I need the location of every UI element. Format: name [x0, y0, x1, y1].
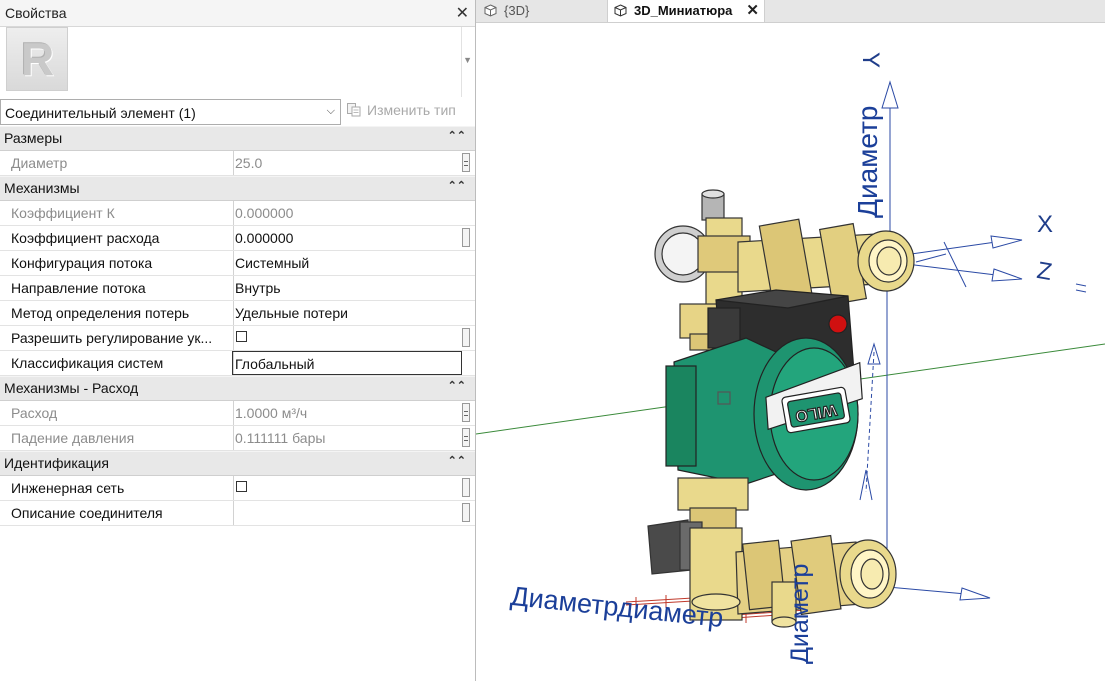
property-name: Конфигурация потока [0, 251, 234, 275]
property-name: Инженерная сеть [0, 476, 234, 500]
y-axis-label: Y [857, 51, 885, 69]
collapse-icon[interactable]: ⌃⌃ [448, 454, 466, 467]
cube-icon [484, 4, 497, 17]
z-axis-arrowhead [991, 268, 1023, 282]
property-row-system-classification[interactable]: Классификация систем Глобальный [0, 351, 475, 376]
properties-header: Свойства ✕ [0, 0, 475, 27]
flow-arrow-dashed [865, 351, 875, 493]
type-selector-value: Соединительный элемент (1) [5, 105, 196, 121]
property-value: 25.0 [235, 155, 263, 171]
property-name: Расход [0, 401, 234, 425]
property-row-loss-method[interactable]: Метод определения потерь Удельные потери [0, 301, 475, 326]
property-row-flow-configuration[interactable]: Конфигурация потока Системный [0, 251, 475, 276]
property-name: Направление потока [0, 276, 234, 300]
property-row-flow-coefficient[interactable]: Коэффициент расхода 0.000000 [0, 226, 475, 251]
collapse-icon[interactable]: ⌃⌃ [448, 129, 466, 142]
properties-panel: Свойства ✕ R ▼ Соединительный элемент (1… [0, 0, 476, 681]
edit-type-icon [347, 103, 361, 117]
group-header-mechanical[interactable]: Механизмы ⌃⌃ [0, 176, 475, 201]
property-value-checkbox-cell [233, 476, 461, 500]
group-title: Механизмы - Расход [4, 380, 139, 396]
property-value[interactable]: Удельные потери [233, 301, 461, 325]
tab-3d-thumbnail[interactable]: 3D_Миниатюра ✕ [607, 0, 765, 22]
view-3d[interactable]: {3D} 3D_Миниатюра ✕ WILO Y X Z Диаметр Д… [476, 0, 1105, 681]
model-scene[interactable]: WILO Y X Z Диаметр Диаметрдиаметр Диамет… [476, 22, 1105, 681]
rotate-glyph [1075, 283, 1087, 293]
type-preview-area: R ▼ [0, 27, 475, 97]
group-header-mechanical-flow[interactable]: Механизмы - Расход ⌃⌃ [0, 376, 475, 401]
y-axis-arrowhead [881, 80, 899, 109]
properties-title: Свойства [5, 5, 67, 21]
x-axis-arrowhead [990, 235, 1023, 249]
edit-type-label: Изменить тип [367, 102, 456, 118]
view-tabs: {3D} 3D_Миниатюра ✕ [476, 0, 1105, 23]
type-preview-scrollbar[interactable]: ▼ [461, 27, 475, 97]
group-title: Размеры [4, 130, 63, 146]
type-selector-dropdown[interactable]: Соединительный элемент (1) ⌵ [0, 99, 341, 125]
cube-icon [614, 4, 627, 17]
properties-grid: Размеры ⌃⌃ Диаметр 25.0 Механизмы ⌃⌃ Коэ… [0, 126, 475, 526]
property-name: Разрешить регулирование ук... [0, 326, 234, 350]
x-axis-label: X [1037, 211, 1054, 238]
chevron-down-icon: ⌵ [326, 105, 335, 117]
group-title: Идентификация [4, 455, 109, 471]
property-row-diameter: Диаметр 25.0 [0, 151, 475, 176]
property-name: Описание соединителя [0, 501, 234, 525]
dimension-label-vertical: Диаметр [852, 105, 883, 218]
dimension-label-bottom-vertical: Диаметр [786, 563, 814, 664]
associate-parameter-button[interactable] [462, 153, 470, 172]
associate-parameter-button[interactable] [462, 478, 470, 497]
tab-label: {3D} [504, 3, 530, 18]
close-icon[interactable]: ✕ [456, 3, 469, 23]
property-value-checkbox-cell [233, 326, 461, 350]
tab-3d[interactable]: {3D} [482, 0, 602, 22]
property-value: 0.111111 бары [235, 430, 326, 446]
property-row-pressure-drop: Падение давления 0.111111 бары [0, 426, 475, 451]
property-row-allow-adjustment[interactable]: Разрешить регулирование ук... [0, 326, 475, 351]
associate-parameter-button[interactable] [462, 403, 470, 422]
property-name: Коэффициент расхода [0, 226, 234, 250]
chevron-down-icon[interactable]: ▼ [463, 55, 472, 65]
property-value: 1.0000 м³/ч [235, 405, 308, 421]
group-title: Механизмы [4, 180, 80, 196]
property-value[interactable]: Системный [233, 251, 461, 275]
revit-logo: R [6, 27, 68, 91]
collapse-icon[interactable]: ⌃⌃ [448, 379, 466, 392]
property-value: 0.000000 [235, 205, 294, 221]
property-name: Коэффициент К [0, 201, 234, 225]
collapse-icon[interactable]: ⌃⌃ [448, 179, 466, 192]
associate-parameter-button[interactable] [462, 328, 470, 347]
associate-parameter-button[interactable] [462, 428, 470, 447]
group-header-dimensions[interactable]: Размеры ⌃⌃ [0, 126, 475, 151]
property-name: Классификация систем [0, 351, 234, 375]
property-row-connector-description[interactable]: Описание соединителя [0, 501, 475, 526]
associate-parameter-button[interactable] [462, 228, 470, 247]
property-row-k-coefficient: Коэффициент К 0.000000 [0, 201, 475, 226]
property-value[interactable] [233, 501, 461, 525]
property-value[interactable]: Внутрь [233, 276, 461, 300]
group-header-identity[interactable]: Идентификация ⌃⌃ [0, 451, 475, 476]
property-name: Диаметр [0, 151, 234, 175]
property-value[interactable]: 0.000000 [233, 226, 461, 250]
close-icon[interactable]: ✕ [746, 0, 759, 22]
property-name: Метод определения потерь [0, 301, 234, 325]
property-name: Падение давления [0, 426, 234, 450]
associate-parameter-button[interactable] [462, 503, 470, 522]
property-row-engineering-network[interactable]: Инженерная сеть [0, 476, 475, 501]
property-row-flow: Расход 1.0000 м³/ч [0, 401, 475, 426]
tab-label: 3D_Миниатюра [634, 3, 733, 18]
edit-type-button[interactable]: Изменить тип [345, 99, 475, 123]
property-row-flow-direction[interactable]: Направление потока Внутрь [0, 276, 475, 301]
engineering-network-checkbox[interactable] [236, 481, 247, 492]
allow-adjustment-checkbox[interactable] [236, 331, 247, 342]
property-value-input[interactable]: Глобальный [232, 351, 462, 375]
